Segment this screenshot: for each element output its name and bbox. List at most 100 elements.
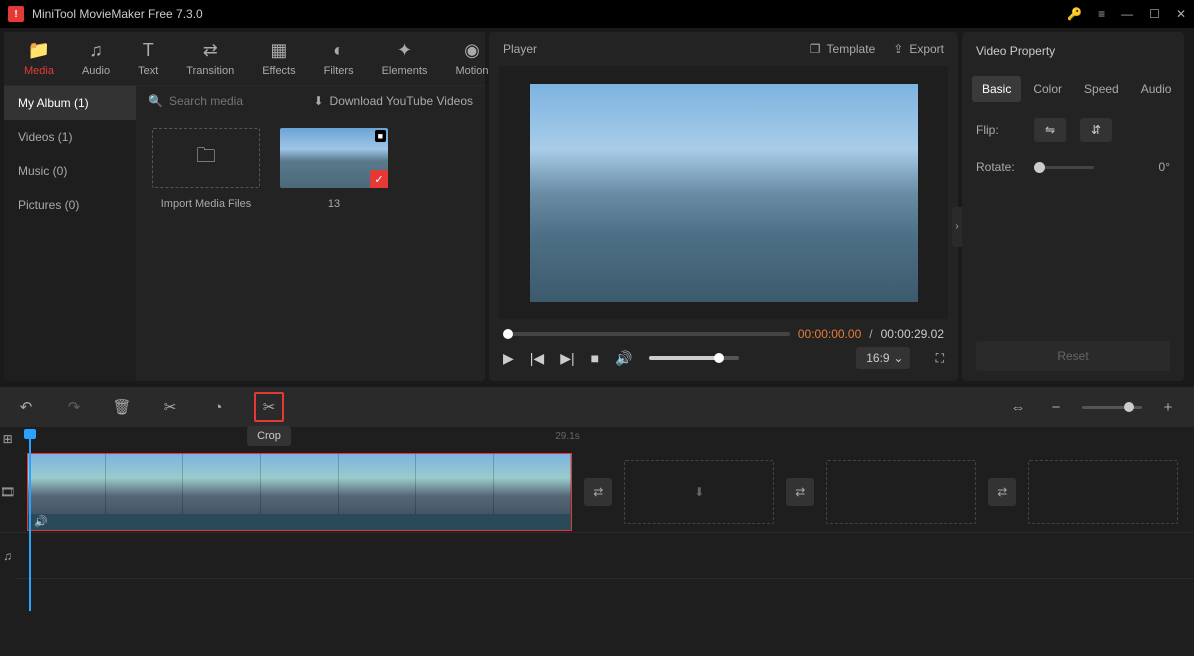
crop-button[interactable]: ✂ Crop: [254, 392, 284, 422]
close-icon[interactable]: ✕: [1176, 7, 1186, 21]
audio-track-head[interactable]: ♫: [0, 533, 15, 579]
tab-elements[interactable]: ✦Elements: [368, 32, 442, 85]
layers-icon: ❐: [810, 42, 821, 56]
video-badge-icon: ■: [375, 130, 386, 142]
add-track-button[interactable]: ⊞: [0, 427, 15, 451]
prop-tab-basic[interactable]: Basic: [972, 76, 1021, 102]
search-input[interactable]: [169, 94, 289, 108]
split-button[interactable]: ✂: [158, 395, 182, 419]
fullscreen-button[interactable]: ⛶: [936, 351, 944, 366]
timeline-toolbar: ↶ ↷ 🗑 ✂ ◔ ✂ Crop ⇔ − +: [0, 387, 1194, 427]
prop-tab-color[interactable]: Color: [1023, 76, 1072, 102]
speed-button[interactable]: ◔: [206, 395, 230, 419]
empty-clip-slot[interactable]: [1028, 460, 1178, 524]
ruler-end: 29.1s: [555, 431, 579, 442]
transition-slot-button[interactable]: ⇄: [988, 478, 1016, 506]
download-icon: ⬇: [313, 94, 323, 108]
folder-icon: 📁: [28, 40, 50, 61]
timeline: ⊞ 🎞 ♫ 0s 29.1s 🔊 ⇄ ⬇ ⇄ ⇄: [0, 427, 1194, 656]
volume-slider[interactable]: [649, 356, 739, 360]
media-panel: 📁Media ♫Audio TText ⇄Transition ▦Effects…: [4, 32, 485, 381]
empty-clip-slot[interactable]: ⬇: [624, 460, 774, 524]
fit-button[interactable]: ⇔: [1006, 395, 1030, 419]
playhead[interactable]: [29, 431, 31, 611]
zoom-in-button[interactable]: +: [1156, 395, 1180, 419]
empty-clip-slot[interactable]: [826, 460, 976, 524]
effects-icon: ▦: [270, 40, 287, 61]
export-icon: ⇪: [893, 42, 903, 56]
next-frame-button[interactable]: ▶|: [560, 350, 574, 367]
music-icon: ♫: [89, 40, 103, 61]
time-ruler[interactable]: 0s 29.1s: [15, 427, 1194, 451]
properties-panel: › Video Property Basic Color Speed Audio…: [962, 32, 1184, 381]
audio-track[interactable]: [15, 533, 1194, 579]
sidebar-item-music[interactable]: Music (0): [4, 154, 136, 188]
rotate-value: 0°: [1159, 160, 1170, 174]
download-youtube-link[interactable]: ⬇ Download YouTube Videos: [313, 94, 473, 108]
folder-open-icon: 🗀: [196, 141, 216, 175]
rotate-label: Rotate:: [976, 160, 1020, 174]
video-track-head[interactable]: 🎞: [0, 451, 15, 533]
sidebar-item-videos[interactable]: Videos (1): [4, 120, 136, 154]
tab-effects[interactable]: ▦Effects: [248, 32, 309, 85]
zoom-out-button[interactable]: −: [1044, 395, 1068, 419]
undo-button[interactable]: ↶: [14, 395, 38, 419]
video-clip[interactable]: 🔊: [27, 453, 572, 531]
import-label: Import Media Files: [161, 198, 251, 210]
stop-button[interactable]: ■: [591, 350, 599, 366]
thumbnail-label: 13: [328, 198, 340, 210]
export-button[interactable]: ⇪Export: [893, 42, 944, 56]
transition-slot-button[interactable]: ⇄: [786, 478, 814, 506]
flip-vertical-button[interactable]: ⇵: [1080, 118, 1112, 142]
menu-icon[interactable]: ≡: [1098, 7, 1105, 21]
zoom-slider[interactable]: [1082, 406, 1142, 409]
app-title: MiniTool MovieMaker Free 7.3.0: [32, 7, 1067, 21]
search-wrap: 🔍: [148, 94, 289, 108]
top-tabs: 📁Media ♫Audio TText ⇄Transition ▦Effects…: [4, 32, 485, 86]
motion-icon: ◉: [464, 40, 480, 61]
filters-icon: ◐: [333, 40, 344, 61]
current-time: 00:00:00.00: [798, 327, 861, 341]
aspect-ratio-select[interactable]: 16:9: [856, 347, 909, 369]
import-media-box[interactable]: 🗀: [152, 128, 260, 188]
transition-icon: ⇄: [203, 40, 218, 61]
maximize-icon[interactable]: ☐: [1149, 7, 1160, 21]
transition-slot-button[interactable]: ⇄: [584, 478, 612, 506]
properties-title: Video Property: [962, 32, 1184, 70]
media-thumbnail[interactable]: ■ ✓: [280, 128, 388, 188]
text-icon: T: [143, 40, 154, 61]
player-panel: Player ❐Template ⇪Export 00:00:00.00 / 0…: [489, 32, 958, 381]
check-icon: ✓: [370, 170, 388, 188]
key-icon[interactable]: 🔑: [1067, 7, 1082, 21]
tab-text[interactable]: TText: [124, 32, 172, 85]
tab-audio[interactable]: ♫Audio: [68, 32, 124, 85]
clip-audio-icon: 🔊: [34, 515, 48, 528]
tab-filters[interactable]: ◐Filters: [310, 32, 368, 85]
redo-button[interactable]: ↷: [62, 395, 86, 419]
preview-area: [499, 66, 948, 319]
media-sidebar: My Album (1) Videos (1) Music (0) Pictur…: [4, 86, 136, 381]
reset-button[interactable]: Reset: [976, 341, 1170, 371]
play-button[interactable]: ▶: [503, 350, 514, 367]
prop-tab-audio[interactable]: Audio: [1131, 76, 1182, 102]
sidebar-item-pictures[interactable]: Pictures (0): [4, 188, 136, 222]
panel-collapse-button[interactable]: ›: [952, 207, 962, 247]
tab-media[interactable]: 📁Media: [10, 32, 68, 85]
minimize-icon[interactable]: —: [1121, 7, 1133, 21]
delete-button[interactable]: 🗑: [110, 395, 134, 419]
rotate-slider[interactable]: [1034, 166, 1094, 169]
prop-tab-speed[interactable]: Speed: [1074, 76, 1129, 102]
player-title: Player: [503, 42, 792, 56]
titlebar: ! MiniTool MovieMaker Free 7.3.0 🔑 ≡ — ☐…: [0, 0, 1194, 28]
template-button[interactable]: ❐Template: [810, 42, 875, 56]
video-track[interactable]: 🔊 ⇄ ⬇ ⇄ ⇄: [15, 451, 1194, 533]
flip-horizontal-button[interactable]: ⇋: [1034, 118, 1066, 142]
preview-image: [530, 84, 918, 302]
tab-transition[interactable]: ⇄Transition: [172, 32, 248, 85]
prev-frame-button[interactable]: |◀: [530, 350, 544, 367]
volume-icon[interactable]: 🔊: [615, 350, 632, 367]
sidebar-item-myalbum[interactable]: My Album (1): [4, 86, 136, 120]
flip-label: Flip:: [976, 123, 1020, 137]
seek-slider[interactable]: [503, 332, 790, 336]
total-time: 00:00:29.02: [881, 327, 944, 341]
